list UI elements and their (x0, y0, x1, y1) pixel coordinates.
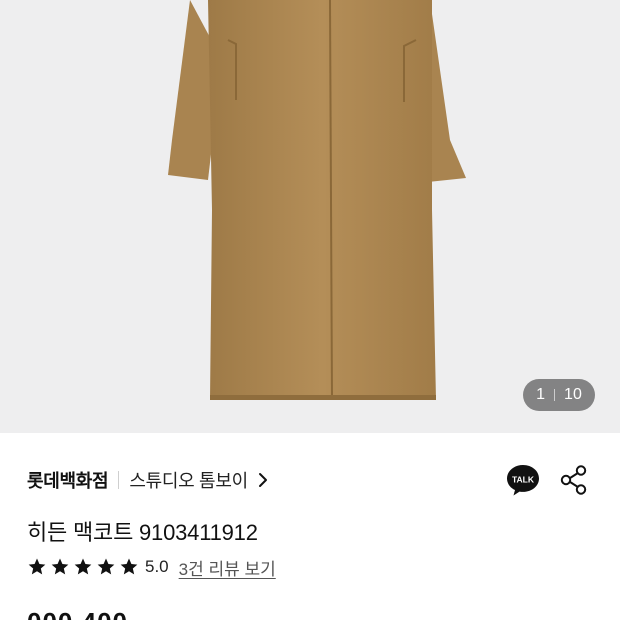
review-link[interactable]: 3건 리뷰 보기 (179, 555, 276, 580)
star-icon (27, 557, 47, 577)
brand-row[interactable]: 롯데백화점 스튜디오 톰보이 (27, 466, 268, 494)
pager-current: 1 (536, 386, 546, 403)
coat-photo (168, 0, 466, 401)
star-icon (119, 557, 139, 577)
kakaotalk-icon[interactable]: TALK (506, 463, 540, 497)
product-info: 롯데백화점 스튜디오 톰보이 TALK 히든 맥코트 9103411912 5.… (0, 433, 620, 620)
pager-divider (554, 389, 556, 401)
star-icon (50, 557, 70, 577)
product-title: 히든 맥코트 9103411912 (27, 520, 258, 545)
star-icon (73, 557, 93, 577)
price-partial: 000,400 (27, 607, 128, 620)
chevron-right-icon[interactable] (258, 472, 268, 488)
brand-divider (118, 471, 120, 489)
pager-total: 10 (564, 386, 582, 403)
brand-name[interactable]: 롯데백화점 (27, 467, 109, 493)
rating-row: 5.0 3건 리뷰 보기 (27, 554, 276, 580)
talk-label: TALK (512, 475, 535, 485)
share-icon[interactable] (559, 464, 589, 496)
star-icon (96, 557, 116, 577)
star-rating (27, 557, 139, 577)
store-name[interactable]: 스튜디오 톰보이 (129, 467, 248, 493)
product-image-carousel[interactable]: 1 10 (0, 0, 620, 433)
rating-score: 5.0 (145, 557, 169, 576)
image-pager: 1 10 (523, 379, 595, 411)
